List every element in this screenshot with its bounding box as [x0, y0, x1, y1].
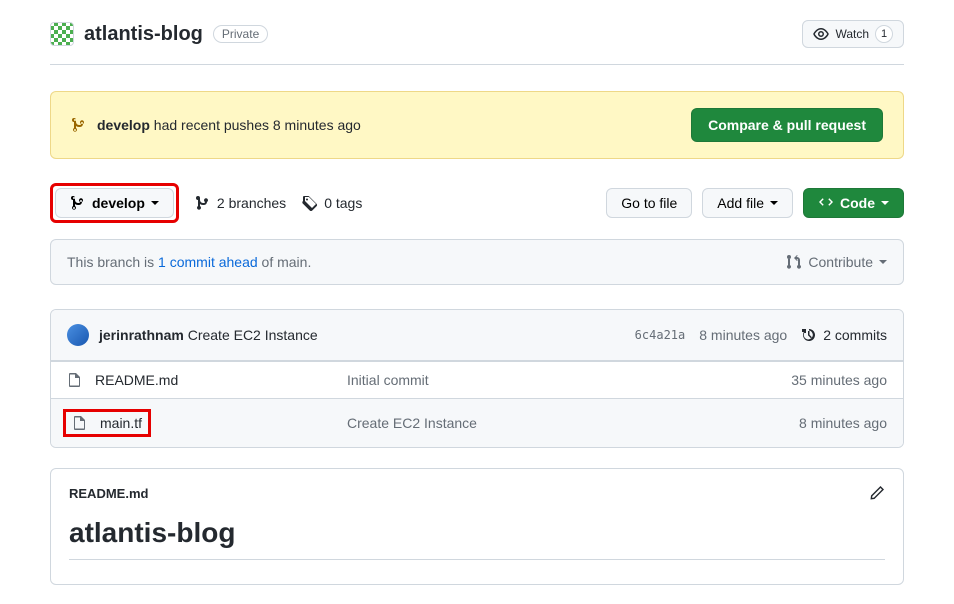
readme-panel: README.md atlantis-blog: [50, 468, 904, 585]
readme-filename[interactable]: README.md: [69, 486, 148, 501]
file-commit-time: 35 minutes ago: [747, 372, 887, 388]
file-commit-message[interactable]: Create EC2 Instance: [347, 415, 747, 431]
eye-icon: [813, 26, 829, 42]
compare-ahead-link[interactable]: 1 commit ahead: [158, 254, 258, 270]
add-file-label: Add file: [717, 195, 764, 211]
code-button[interactable]: Code: [803, 188, 904, 218]
repo-toolbar: develop 2 branches 0 tags: [50, 183, 904, 223]
file-name[interactable]: main.tf: [100, 415, 142, 431]
commits-count: 2 commits: [823, 327, 887, 343]
readme-heading: atlantis-blog: [69, 517, 885, 560]
banner-message: had recent pushes 8 minutes ago: [150, 117, 361, 133]
tags-link[interactable]: 0 tags: [302, 195, 362, 211]
file-highlight: main.tf: [63, 409, 151, 437]
commits-link[interactable]: 2 commits: [801, 327, 887, 343]
compare-pull-request-button[interactable]: Compare & pull request: [691, 108, 883, 142]
history-icon: [801, 327, 817, 343]
banner-branch: develop: [97, 117, 150, 133]
caret-down-icon: [881, 201, 889, 205]
commit-author[interactable]: jerinrathnam: [99, 327, 184, 343]
commit-sha[interactable]: 6c4a21a: [635, 328, 686, 342]
branch-selector-highlight: develop: [50, 183, 179, 223]
git-branch-icon: [70, 195, 86, 211]
repo-header: atlantis-blog Private Watch 1: [50, 0, 904, 65]
commit-time: 8 minutes ago: [699, 327, 787, 343]
git-branch-icon: [195, 195, 211, 211]
repo-name[interactable]: atlantis-blog: [84, 23, 203, 46]
file-commit-message[interactable]: Initial commit: [347, 372, 747, 388]
tags-count: 0 tags: [324, 195, 362, 211]
watch-label: Watch: [835, 27, 869, 41]
commit-message[interactable]: Create EC2 Instance: [188, 327, 318, 343]
git-pull-request-icon: [786, 254, 802, 270]
visibility-badge: Private: [213, 25, 268, 43]
branch-name: develop: [92, 195, 145, 211]
caret-down-icon: [770, 201, 778, 205]
watch-button[interactable]: Watch 1: [802, 20, 904, 48]
caret-down-icon: [151, 201, 159, 205]
file-row[interactable]: README.md Initial commit 35 minutes ago: [51, 361, 903, 398]
add-file-button[interactable]: Add file: [702, 188, 793, 218]
contribute-button[interactable]: Contribute: [786, 254, 887, 270]
go-to-file-button[interactable]: Go to file: [606, 188, 692, 218]
branches-count: 2 branches: [217, 195, 286, 211]
branches-link[interactable]: 2 branches: [195, 195, 286, 211]
code-icon: [818, 195, 834, 211]
caret-down-icon: [879, 260, 887, 264]
branch-selector-button[interactable]: develop: [55, 188, 174, 218]
user-avatar-icon: [67, 324, 89, 346]
file-list: jerinrathnam Create EC2 Instance 6c4a21a…: [50, 309, 904, 448]
file-icon: [67, 372, 83, 388]
git-branch-icon: [71, 117, 87, 133]
code-label: Code: [840, 195, 875, 211]
file-commit-time: 8 minutes ago: [747, 415, 887, 431]
tag-icon: [302, 195, 318, 211]
branch-compare-box: This branch is 1 commit ahead of main. C…: [50, 239, 904, 285]
file-name[interactable]: README.md: [95, 372, 178, 388]
watch-count: 1: [875, 25, 893, 43]
file-icon: [72, 415, 88, 431]
contribute-label: Contribute: [808, 254, 873, 270]
pencil-icon[interactable]: [869, 485, 885, 501]
repo-avatar-icon: [50, 22, 74, 46]
latest-commit-row: jerinrathnam Create EC2 Instance 6c4a21a…: [51, 310, 903, 361]
push-banner: develop had recent pushes 8 minutes ago …: [50, 91, 904, 159]
compare-text: This branch is 1 commit ahead of main.: [67, 254, 311, 270]
file-row[interactable]: main.tf Create EC2 Instance 8 minutes ag…: [51, 398, 903, 447]
